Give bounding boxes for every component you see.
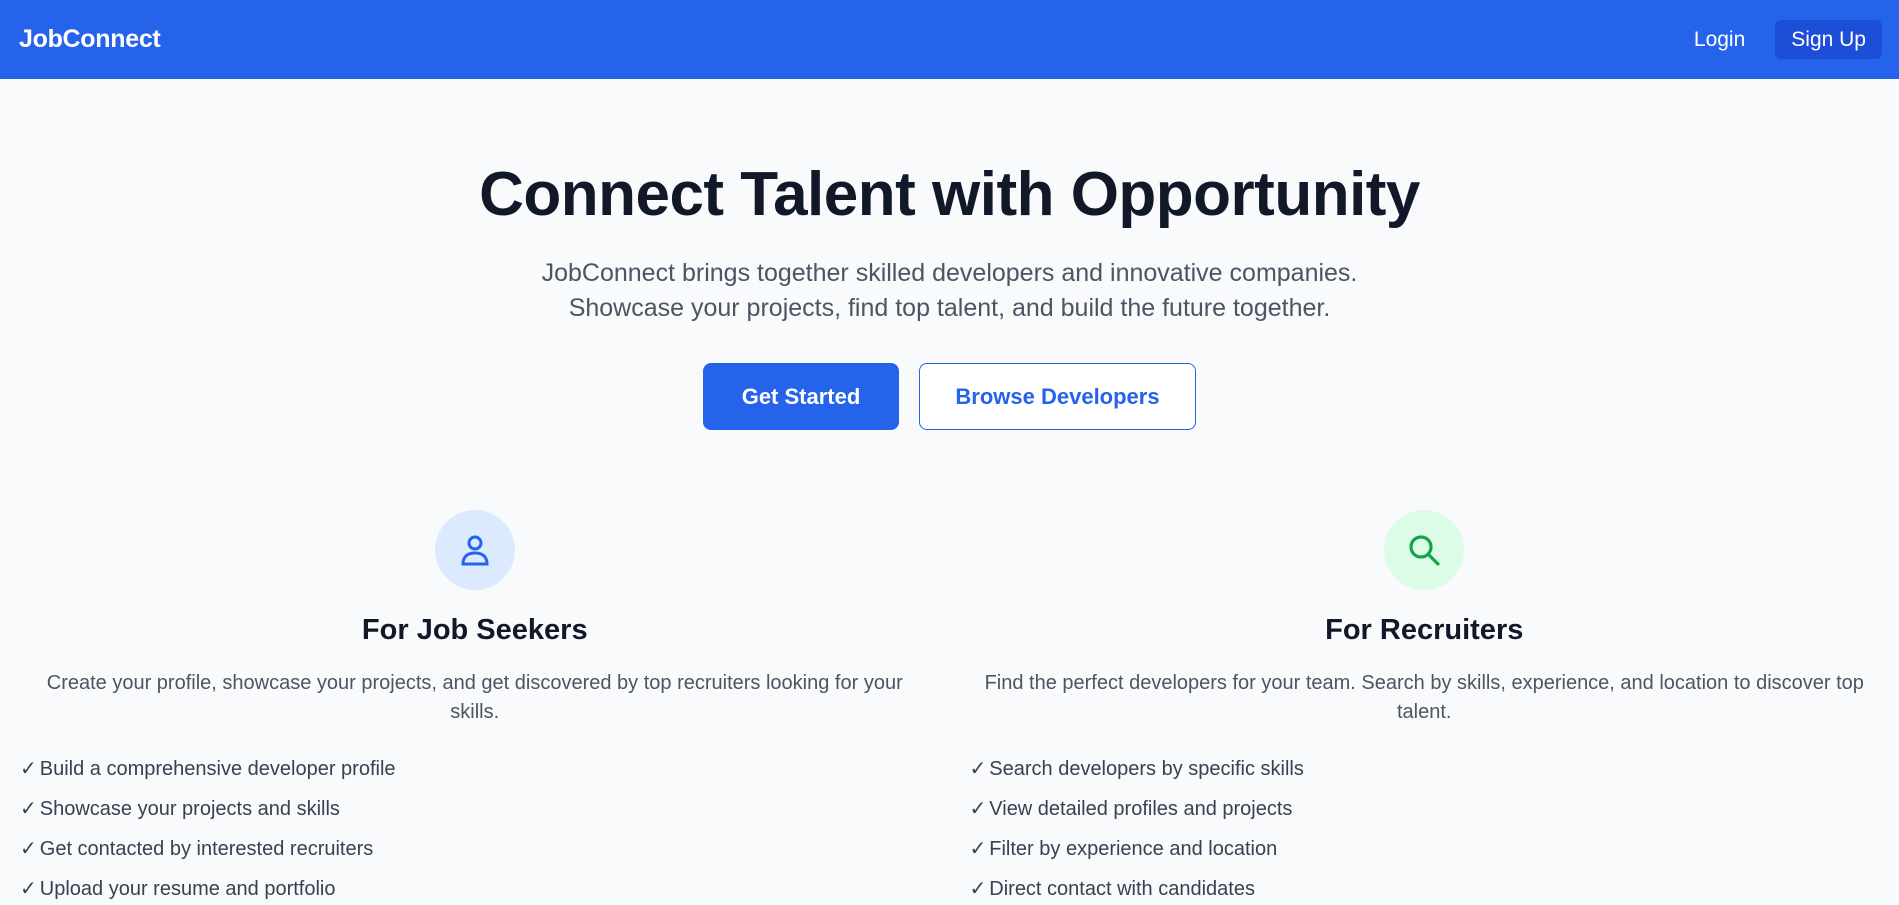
job-seekers-list: ✓ Build a comprehensive developer profile… <box>20 757 930 901</box>
list-item: ✓ Get contacted by interested recruiters <box>20 838 374 860</box>
list-item: ✓ Showcase your projects and skills <box>20 798 340 820</box>
check-icon: ✓ <box>20 798 37 820</box>
hero-buttons: Get Started Browse Developers <box>0 363 1899 430</box>
brand-logo[interactable]: JobConnect <box>19 25 161 54</box>
job-seekers-description: Create your profile, showcase your proje… <box>46 672 903 723</box>
check-icon: ✓ <box>969 798 987 820</box>
list-item: ✓ Upload your resume and portfolio <box>20 878 336 900</box>
features-section: For Job Seekers Create your profile, sho… <box>0 510 1899 905</box>
list-item: ✓ Direct contact with candidates <box>969 878 1255 900</box>
list-item: ✓ Search developers by specific skills <box>969 758 1304 780</box>
job-seekers-feature: For Job Seekers Create your profile, sho… <box>0 510 950 905</box>
login-link[interactable]: Login <box>1678 22 1761 58</box>
signup-button[interactable]: Sign Up <box>1775 20 1882 59</box>
hero-section: Connect Talent with Opportunity JobConne… <box>0 79 1899 430</box>
get-started-button[interactable]: Get Started <box>703 363 899 430</box>
recruiters-list: ✓ Search developers by specific skills ✓ V… <box>970 757 1880 901</box>
check-icon: ✓ <box>20 878 37 900</box>
check-icon: ✓ <box>969 758 987 780</box>
check-icon: ✓ <box>20 758 37 780</box>
hero-subtitle-line-2: Showcase your projects, find top talent,… <box>568 294 1331 322</box>
recruiters-feature: For Recruiters Find the perfect develope… <box>950 510 1899 905</box>
check-icon: ✓ <box>969 838 987 860</box>
nav-actions: Login Sign Up <box>1678 20 1882 59</box>
list-item: ✓ View detailed profiles and projects <box>969 798 1293 820</box>
browse-developers-button[interactable]: Browse Developers <box>919 363 1196 430</box>
list-item: ✓ Build a comprehensive developer profile <box>20 758 396 780</box>
recruiters-description: Find the perfect developers for your tea… <box>984 672 1864 723</box>
search-icon <box>1384 510 1465 590</box>
check-icon: ✓ <box>969 878 987 900</box>
list-item: ✓ Filter by experience and location <box>969 838 1278 860</box>
hero-title: Connect Talent with Opportunity <box>479 160 1420 229</box>
hero-subtitle: JobConnect brings together skilled devel… <box>0 256 1899 326</box>
job-seekers-title: For Job Seekers <box>361 614 588 646</box>
check-icon: ✓ <box>20 838 37 860</box>
user-icon <box>434 510 515 590</box>
hero-subtitle-line-1: JobConnect brings together skilled devel… <box>541 259 1358 287</box>
recruiters-title: For Recruiters <box>1325 614 1524 646</box>
top-navbar: JobConnect Login Sign Up <box>0 0 1899 79</box>
